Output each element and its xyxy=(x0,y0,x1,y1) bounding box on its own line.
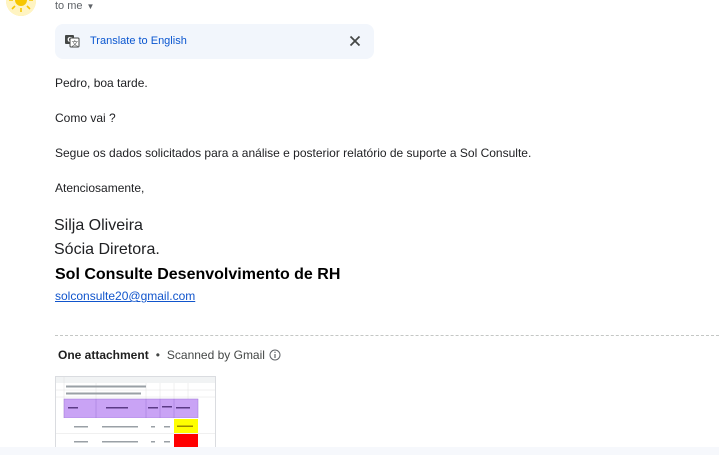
sender-avatar[interactable] xyxy=(6,0,36,16)
signature-company: Sol Consulte Desenvolvimento de RH xyxy=(55,266,341,283)
bottom-scroll-area xyxy=(0,447,719,455)
message-greeting: Pedro, boa tarde. xyxy=(55,76,148,90)
translate-to-english-link[interactable]: Translate to English xyxy=(90,35,187,47)
email-message-view: to me ▼ G 文 Translate to English Pedro, … xyxy=(0,0,719,455)
close-icon[interactable] xyxy=(348,34,362,48)
separator-dot: • xyxy=(155,348,160,362)
translate-banner: G 文 Translate to English xyxy=(55,24,374,59)
recipient-details-toggle[interactable]: to me ▼ xyxy=(55,0,94,12)
sun-icon xyxy=(6,0,36,16)
translate-icon: G 文 xyxy=(65,35,80,48)
attachments-header: One attachment • Scanned by Gmail xyxy=(58,348,281,362)
scan-status: Scanned by Gmail xyxy=(166,348,265,362)
attachments-title: One attachment xyxy=(58,348,149,362)
info-icon[interactable] xyxy=(269,349,281,361)
recipient-label: to me xyxy=(55,0,83,12)
signature-role: Sócia Diretora. xyxy=(54,241,160,258)
attachment-thumbnail[interactable] xyxy=(55,376,216,455)
message-closing: Atenciosamente, xyxy=(55,181,145,195)
svg-text:文: 文 xyxy=(72,38,79,47)
attachments-divider xyxy=(55,335,719,336)
message-body: Segue os dados solicitados para a anális… xyxy=(55,146,532,160)
spreadsheet-preview-image xyxy=(56,377,215,454)
signature-name: Silja Oliveira xyxy=(54,217,143,234)
signature-email-link[interactable]: solconsulte20@gmail.com xyxy=(55,289,195,303)
message-question: Como vai ? xyxy=(55,111,116,125)
caret-down-icon: ▼ xyxy=(86,1,95,11)
